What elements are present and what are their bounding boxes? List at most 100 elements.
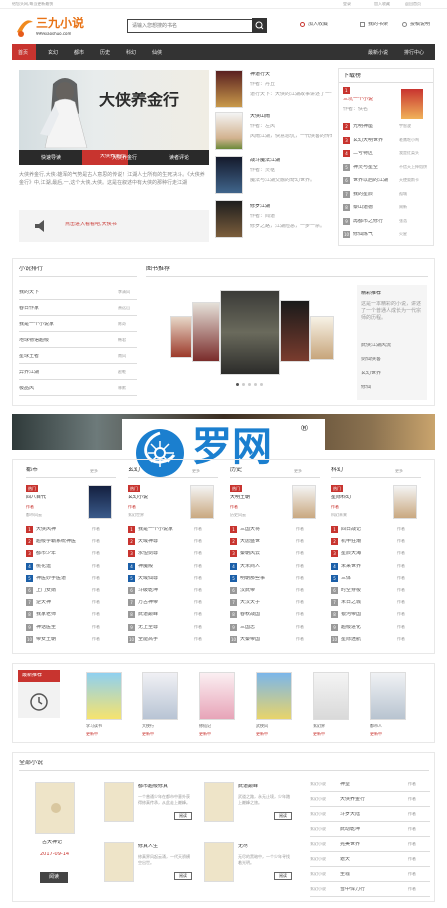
rank-item-name[interactable]: 世界以后的江湖 — [353, 178, 395, 183]
category-top-name[interactable]: 四八百代 — [26, 495, 46, 500]
book-cover[interactable] — [215, 156, 243, 194]
category-list-item[interactable]: 逆天神 — [36, 600, 88, 605]
book-name[interactable]: 无尽 — [238, 844, 248, 849]
category-list-item[interactable]: 机甲狂潮 — [341, 539, 393, 544]
promo-book-name[interactable]: 修仙记 — [199, 724, 211, 728]
hero-notice[interactable]: 点击进入看看吧,大侠书 — [19, 210, 209, 242]
promo-cover[interactable] — [142, 672, 178, 720]
carousel-cover-main[interactable] — [220, 290, 280, 375]
carousel-dot[interactable] — [242, 383, 245, 386]
category-list-item[interactable]: 神魔殿 — [138, 564, 190, 569]
nav-item-xianxia[interactable]: 仙侠 — [152, 49, 162, 56]
book-cover[interactable] — [215, 112, 243, 150]
book-name[interactable]: 修真人生 — [138, 844, 158, 849]
showcase-side-link[interactable]: 玄幻世界 — [361, 371, 381, 376]
nav-item-rank[interactable]: 排行中心 — [404, 49, 424, 56]
book-cover[interactable] — [215, 200, 243, 238]
nav-item-kehuan[interactable]: 科幻 — [126, 49, 136, 56]
list-book-name[interactable]: 遮天 — [340, 857, 396, 862]
category-top-cover[interactable] — [292, 485, 316, 519]
promo-book-name[interactable]: 武侠风 — [256, 724, 268, 728]
rank-top-title[interactable]: 三坑一个小说 — [343, 97, 373, 102]
rank-item-name[interactable]: 二号特区 — [353, 151, 395, 156]
left-rank-item-name[interactable]: 地球物语超级 — [19, 338, 49, 343]
more-link[interactable]: 更多 — [294, 469, 302, 473]
category-top-name[interactable]: 大明王朝 — [230, 495, 250, 500]
category-list-item[interactable]: 我是一个小说家 — [138, 527, 190, 532]
showcase-side-link[interactable]: 武侠江湖风流 — [361, 343, 391, 348]
list-book-name[interactable]: 雪中悍刀行 — [340, 887, 396, 892]
search-input[interactable] — [127, 19, 267, 33]
carousel-dot[interactable] — [254, 383, 257, 386]
promo-cover[interactable] — [199, 672, 235, 720]
left-rank-item-name[interactable]: 春日作家 — [19, 306, 39, 311]
showcase-side-link[interactable]: 修仙 — [361, 385, 371, 390]
read-button[interactable]: 阅读 — [274, 812, 292, 820]
left-rank-item-name[interactable]: 异界江湖 — [19, 370, 39, 375]
hero-tab-comments[interactable]: 读者评论 — [169, 154, 189, 161]
carousel-cover[interactable] — [170, 316, 192, 358]
list-book-name[interactable]: 神皇 — [340, 782, 396, 787]
more-link[interactable]: 更多 — [192, 469, 200, 473]
category-list-item[interactable]: 大秦帝国 — [240, 637, 292, 642]
read-button[interactable]: 阅读 — [274, 872, 292, 880]
carousel-cover[interactable] — [280, 300, 310, 362]
category-list-item[interactable]: 汉武帝 — [240, 588, 292, 593]
promo-cover[interactable] — [86, 672, 122, 720]
category-list-item[interactable]: 三国大将 — [240, 527, 292, 532]
left-rank-item-name[interactable]: 我的天下 — [19, 290, 39, 295]
category-list-item[interactable]: 我家老师 — [36, 612, 88, 617]
category-list-item[interactable]: 大唐盛世 — [240, 539, 292, 544]
left-rank-item-name[interactable]: 极品风 — [19, 386, 34, 391]
list-book-name[interactable]: 圣墟 — [340, 872, 396, 877]
showcase-side-link[interactable]: 剑仙侠客 — [361, 357, 381, 362]
rank-item-name[interactable]: 再都市之修行 — [353, 219, 395, 224]
category-list-item[interactable]: 银河帝国 — [341, 612, 393, 617]
promo-book-name[interactable]: 学习读书 — [86, 724, 102, 728]
promo-cover[interactable] — [313, 672, 349, 720]
category-list-item[interactable]: 未来世界 — [341, 564, 393, 569]
featured-cover[interactable] — [35, 782, 75, 834]
rank-item-name[interactable]: 修仙炼气 — [353, 232, 395, 237]
hero-banner[interactable]: 大侠养金行 — [19, 70, 209, 150]
category-list-item[interactable]: 神医妙手医道 — [36, 576, 88, 581]
category-list-item[interactable]: 星辰大海 — [341, 551, 393, 556]
category-list-item[interactable]: 大宋商人 — [240, 564, 292, 569]
rank-item-name[interactable]: 我的星辰 — [353, 192, 395, 197]
rank-top-cover[interactable] — [401, 89, 423, 119]
category-list-item[interactable]: 帝女王朝 — [36, 637, 88, 642]
read-button[interactable]: 阅读 — [174, 812, 192, 820]
carousel-dot[interactable] — [248, 383, 251, 386]
more-link[interactable]: 更多 — [90, 469, 98, 473]
category-top-cover[interactable] — [88, 485, 112, 519]
category-top-name[interactable]: 星际科幻 — [331, 495, 351, 500]
category-list-item[interactable]: 神话医圣 — [36, 625, 88, 630]
mid-book-title[interactable]: 大侠山雨 — [250, 114, 270, 119]
top-link-home[interactable]: 返回首页 — [405, 2, 421, 6]
category-list-item[interactable]: 超级进化 — [341, 625, 393, 630]
category-list-item[interactable]: 时空穿梭 — [341, 588, 393, 593]
category-list-item[interactable]: 天域仙尊 — [138, 576, 190, 581]
category-top-name[interactable]: 玄幻小说 — [128, 495, 148, 500]
rank-item-name[interactable]: 光明神座 — [353, 124, 395, 129]
rank-item-name[interactable]: 玄幻大明世界 — [353, 138, 395, 143]
hero-tab-guide[interactable]: 快速导读 — [41, 154, 61, 161]
category-list-item[interactable]: 三体 — [341, 576, 393, 581]
category-list-item[interactable]: 武道巅峰 — [138, 612, 190, 617]
top-link-favorite[interactable]: 加入收藏 — [374, 2, 390, 6]
mid-book-title[interactable]: 修罗江湖 — [250, 204, 270, 209]
category-list-item[interactable]: 都市少年 — [36, 551, 88, 556]
category-top-cover[interactable] — [393, 485, 417, 519]
carousel-dot[interactable] — [260, 383, 263, 386]
nav-item-xuanhuan[interactable]: 玄幻 — [48, 49, 58, 56]
category-list-item[interactable]: 超级学霸系统神医 — [36, 539, 88, 544]
left-rank-item-name[interactable]: 我是一个小说家 — [19, 322, 54, 327]
site-logo[interactable]: 三九小说 999xiaoshuo.com — [15, 14, 97, 40]
category-list-item[interactable]: 大汉天子 — [240, 600, 292, 605]
more-link[interactable]: 更多 — [395, 469, 403, 473]
search-button[interactable] — [252, 18, 267, 33]
category-list-item[interactable]: 四日战记 — [341, 527, 393, 532]
promo-cover[interactable] — [256, 672, 292, 720]
book-cover[interactable] — [204, 842, 234, 882]
list-book-name[interactable]: 斗罗大陆 — [340, 812, 396, 817]
